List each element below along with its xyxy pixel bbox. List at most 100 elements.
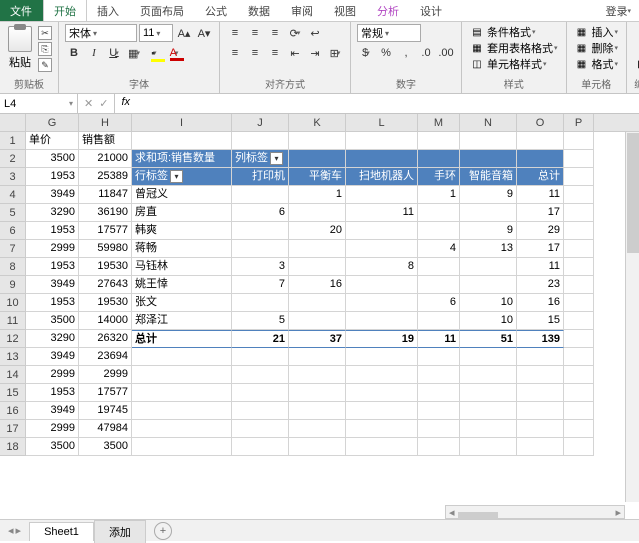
format-as-table-button[interactable]: ▦套用表格格式▾ xyxy=(468,40,560,56)
cell[interactable] xyxy=(564,258,594,276)
cell[interactable]: 11 xyxy=(346,204,418,222)
cell[interactable] xyxy=(132,438,232,456)
row-header[interactable]: 16 xyxy=(0,402,25,420)
cell[interactable]: 11847 xyxy=(79,186,132,204)
format-painter-button[interactable]: ✎ xyxy=(38,58,52,72)
cell[interactable]: 47984 xyxy=(79,420,132,438)
cell[interactable] xyxy=(346,312,418,330)
cell[interactable]: 1953 xyxy=(26,294,79,312)
cell[interactable]: 9 xyxy=(460,186,517,204)
select-all-corner[interactable] xyxy=(0,114,26,132)
cell[interactable] xyxy=(564,276,594,294)
horizontal-scrollbar[interactable]: ◂▸ xyxy=(445,505,625,519)
tab-home[interactable]: 开始 xyxy=(43,0,87,21)
wrap-text-button[interactable]: ↩ xyxy=(306,24,324,42)
cell[interactable]: 3949 xyxy=(26,186,79,204)
cell[interactable] xyxy=(232,420,289,438)
cell[interactable] xyxy=(232,240,289,258)
cell[interactable] xyxy=(289,366,346,384)
cell[interactable] xyxy=(564,186,594,204)
cell[interactable] xyxy=(346,294,418,312)
cells-area[interactable]: 单价销售额350021000求和项:销售数量列标签▾195325389行标签▾打… xyxy=(26,132,639,456)
cell[interactable] xyxy=(346,348,418,366)
cell[interactable] xyxy=(517,438,564,456)
merge-button[interactable]: ⊞▾ xyxy=(326,44,344,62)
cell[interactable]: 37 xyxy=(289,330,346,348)
fx-label[interactable]: fx xyxy=(115,94,136,113)
cell[interactable]: 21 xyxy=(232,330,289,348)
cell[interactable]: 马钰林 xyxy=(132,258,232,276)
cell[interactable]: 3290 xyxy=(26,204,79,222)
cell[interactable] xyxy=(517,132,564,150)
cell[interactable]: 3 xyxy=(232,258,289,276)
cell[interactable] xyxy=(564,204,594,222)
cell-styles-button[interactable]: ◫单元格样式▾ xyxy=(468,56,549,72)
cell[interactable] xyxy=(564,222,594,240)
cell[interactable]: 6 xyxy=(418,294,460,312)
col-header[interactable]: K xyxy=(289,114,346,131)
cell[interactable]: 3949 xyxy=(26,348,79,366)
cell[interactable]: 打印机 xyxy=(232,168,289,186)
cell[interactable]: 2999 xyxy=(79,366,132,384)
comma-button[interactable]: , xyxy=(397,44,415,62)
cell[interactable] xyxy=(460,402,517,420)
cell[interactable] xyxy=(346,276,418,294)
cell[interactable] xyxy=(460,366,517,384)
cell[interactable] xyxy=(346,186,418,204)
cell[interactable]: 4 xyxy=(418,240,460,258)
tab-analyze[interactable]: 分析 xyxy=(367,0,410,21)
cell[interactable] xyxy=(460,348,517,366)
underline-button[interactable]: U▾ xyxy=(105,44,123,62)
row-header[interactable]: 1 xyxy=(0,132,25,150)
cell[interactable]: 21000 xyxy=(79,150,132,168)
cell[interactable] xyxy=(564,330,594,348)
cell[interactable]: 14000 xyxy=(79,312,132,330)
font-size-combo[interactable]: 11▾ xyxy=(139,24,173,42)
cell[interactable]: 2999 xyxy=(26,240,79,258)
col-header[interactable]: O xyxy=(517,114,564,131)
cell[interactable]: 17577 xyxy=(79,384,132,402)
fill-color-button[interactable]: 🞍▾ xyxy=(145,44,163,62)
cell[interactable] xyxy=(418,312,460,330)
cell[interactable] xyxy=(346,366,418,384)
cell[interactable]: 10 xyxy=(460,312,517,330)
cell[interactable] xyxy=(460,204,517,222)
row-header[interactable]: 15 xyxy=(0,384,25,402)
cell[interactable] xyxy=(232,348,289,366)
cell[interactable]: 139 xyxy=(517,330,564,348)
cell[interactable]: 手环 xyxy=(418,168,460,186)
cell[interactable] xyxy=(346,222,418,240)
cell[interactable]: 3500 xyxy=(26,312,79,330)
cell[interactable] xyxy=(132,402,232,420)
row-headers[interactable]: 123456789101112131415161718 xyxy=(0,132,26,456)
cell[interactable]: 19 xyxy=(346,330,418,348)
col-header[interactable]: G xyxy=(26,114,79,131)
cell[interactable] xyxy=(289,438,346,456)
cell[interactable] xyxy=(289,312,346,330)
copy-button[interactable]: ⎘ xyxy=(38,42,52,56)
cell[interactable] xyxy=(289,348,346,366)
cell[interactable] xyxy=(232,366,289,384)
filter-button[interactable]: ▾ xyxy=(170,170,183,183)
bold-button[interactable]: B xyxy=(65,44,83,62)
cell[interactable] xyxy=(564,438,594,456)
cell[interactable] xyxy=(232,384,289,402)
cell[interactable] xyxy=(460,420,517,438)
cell[interactable] xyxy=(564,384,594,402)
cell[interactable]: 59980 xyxy=(79,240,132,258)
cell[interactable]: 11 xyxy=(517,258,564,276)
cell[interactable] xyxy=(517,366,564,384)
cell[interactable] xyxy=(418,132,460,150)
cut-button[interactable]: ✂ xyxy=(38,26,52,40)
tab-pagelayout[interactable]: 页面布局 xyxy=(130,0,195,21)
cell[interactable]: 扫地机器人 xyxy=(346,168,418,186)
align-center-button[interactable]: ≡ xyxy=(246,44,264,62)
cell[interactable]: 曾冠义 xyxy=(132,186,232,204)
row-header[interactable]: 4 xyxy=(0,186,25,204)
row-header[interactable]: 14 xyxy=(0,366,25,384)
row-header[interactable]: 13 xyxy=(0,348,25,366)
cell[interactable]: 蒋畅 xyxy=(132,240,232,258)
cell[interactable] xyxy=(460,384,517,402)
cell[interactable] xyxy=(460,438,517,456)
row-header[interactable]: 5 xyxy=(0,204,25,222)
